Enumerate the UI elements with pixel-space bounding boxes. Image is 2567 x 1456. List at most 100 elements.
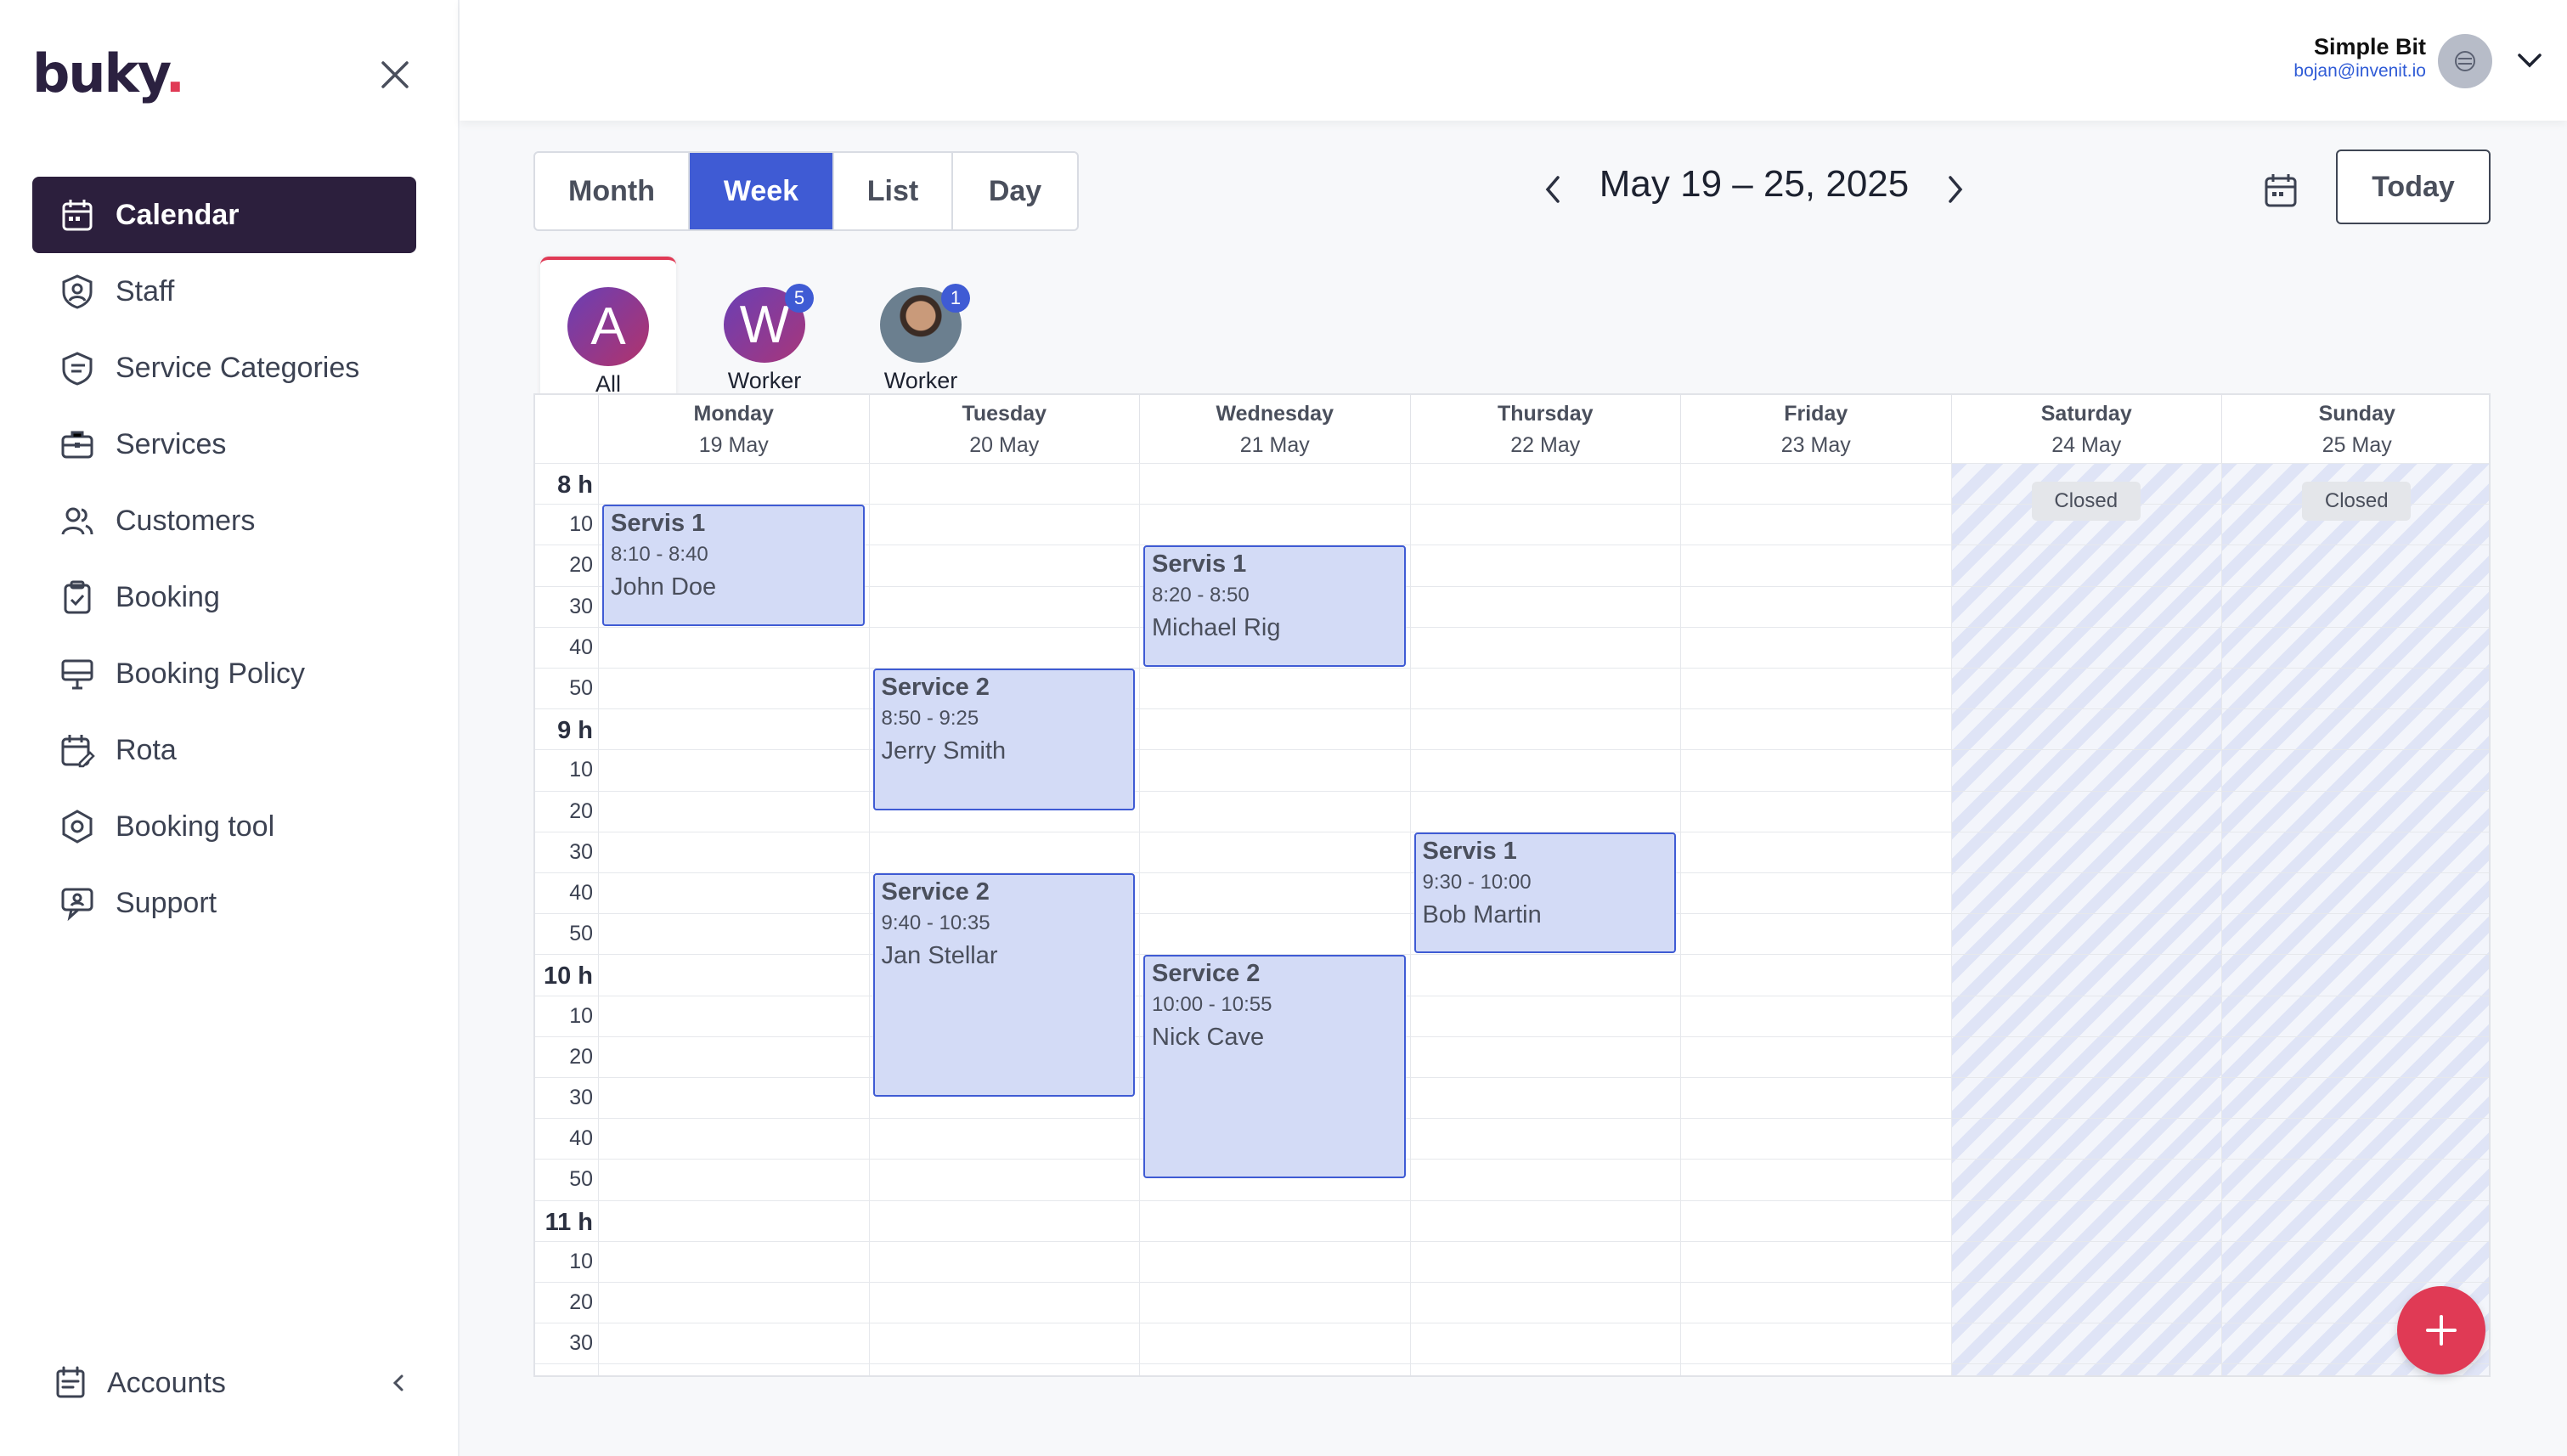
calendar-event[interactable]: Service 2 9:40 - 10:35 Jan Stellar <box>872 873 1135 1098</box>
grid-column-line <box>598 463 599 1375</box>
time-label: 40 <box>535 1372 593 1375</box>
closed-day-column <box>2221 463 2489 1375</box>
calendar-event[interactable]: Service 2 8:50 - 9:25 Jerry Smith <box>872 669 1135 810</box>
day-header-sunday: Sunday 25 May <box>2221 395 2489 463</box>
day-date: 21 May <box>1239 433 1310 457</box>
brand-logo[interactable]: buky. <box>32 42 185 104</box>
grid-column-line <box>1409 463 1411 1375</box>
sidebar-item-customers[interactable]: Customers <box>32 483 416 559</box>
calendar-picker-icon[interactable] <box>2263 172 2299 209</box>
calendar-event[interactable]: Servis 1 8:20 - 8:50 Michael Rig <box>1143 545 1406 667</box>
sidebar-item-accounts[interactable]: Accounts <box>53 1359 409 1407</box>
user-email: bojan@invenit.io <box>2293 61 2426 81</box>
collapse-chevron-icon[interactable] <box>387 1372 409 1394</box>
day-name: Tuesday <box>962 402 1047 426</box>
sidebar-item-support[interactable]: Support <box>32 865 416 941</box>
avatar-initial: W <box>739 296 790 354</box>
day-date: 25 May <box>2322 433 2392 457</box>
avatar: W5 <box>724 284 814 363</box>
week-calendar: Monday 19 May Tuesday 20 May Wednesday 21 May… <box>533 393 2491 1377</box>
resource-tab-worker-1[interactable]: W 5 Worker <box>697 257 832 394</box>
briefcase-icon <box>59 426 95 462</box>
time-label: 30 <box>569 1086 593 1109</box>
categories-icon <box>59 350 95 386</box>
resource-label: Worker <box>883 368 958 393</box>
today-button[interactable]: Today <box>2336 150 2491 224</box>
sidebar-item-label: Booking <box>116 580 220 613</box>
user-name: Simple Bit <box>2313 34 2426 59</box>
sidebar-item-label: Booking tool <box>116 810 275 843</box>
sidebar-item-services[interactable]: Services <box>32 406 416 483</box>
event-time: 9:30 - 10:00 <box>1422 870 1532 894</box>
time-label: 10 <box>569 1003 593 1028</box>
chevron-down-icon[interactable] <box>2516 49 2543 71</box>
avatar: A <box>567 287 649 366</box>
grid-row-line <box>535 1282 2489 1283</box>
accounts-label: Accounts <box>107 1366 226 1399</box>
count-badge: 5 <box>785 284 814 313</box>
resource-tab-worker-2[interactable]: 1 Worker <box>853 257 989 394</box>
day-date: 23 May <box>1780 433 1851 457</box>
day-header-wednesday: Wednesday 21 May <box>1139 395 1410 463</box>
sidebar-item-label: Service Categories <box>116 351 360 384</box>
event-title: Servis 1 <box>1422 837 1517 865</box>
calendar-event[interactable]: Servis 1 9:30 - 10:00 Bob Martin <box>1413 832 1676 954</box>
sidebar-item-label: Services <box>116 427 227 460</box>
event-time: 8:20 - 8:50 <box>1152 584 1250 607</box>
previous-week-button[interactable] <box>1537 172 1568 206</box>
day-header-friday: Friday 23 May <box>1680 395 1951 463</box>
event-name: Michael Rig <box>1152 614 1281 642</box>
view-week-button[interactable]: Week <box>690 153 834 229</box>
support-icon <box>59 885 95 921</box>
grid-row-line <box>535 1199 2489 1201</box>
calendar-event[interactable]: Service 2 10:00 - 10:55 Nick Cave <box>1143 955 1406 1179</box>
resource-label: Worker <box>727 368 802 393</box>
event-time: 8:10 - 8:40 <box>611 543 708 567</box>
staff-icon <box>59 274 95 309</box>
day-name: Monday <box>693 402 774 426</box>
sidebar-item-booking-tool[interactable]: Booking tool <box>32 788 416 865</box>
sidebar-item-calendar[interactable]: Calendar <box>32 177 416 253</box>
time-label: 11 h <box>544 1208 593 1236</box>
day-name: Saturday <box>2040 402 2132 426</box>
time-label: 20 <box>569 1290 593 1314</box>
day-name: Thursday <box>1497 402 1594 426</box>
event-time: 8:50 - 9:25 <box>881 707 979 730</box>
event-title: Service 2 <box>881 878 990 906</box>
add-booking-button[interactable] <box>2397 1286 2485 1374</box>
grid-row-line <box>535 1036 2489 1037</box>
avatar[interactable] <box>2438 34 2492 88</box>
grid-row-line <box>535 1363 2489 1365</box>
view-list-button[interactable]: List <box>834 153 953 229</box>
day-header-thursday: Thursday 22 May <box>1409 395 1681 463</box>
sidebar-item-staff[interactable]: Staff <box>32 253 416 330</box>
day-header-monday: Monday 19 May <box>598 395 869 463</box>
time-label: 40 <box>569 1126 593 1151</box>
sidebar-item-service-categories[interactable]: Service Categories <box>32 330 416 406</box>
event-title: Servis 1 <box>1152 550 1247 578</box>
grid-row-line <box>535 954 2489 956</box>
view-month-button[interactable]: Month <box>535 153 690 229</box>
next-week-button[interactable] <box>1940 172 1971 206</box>
time-label: 10 <box>569 1249 593 1273</box>
calendar-event[interactable]: Servis 1 8:10 - 8:40 John Doe <box>602 505 865 626</box>
resource-tab-all[interactable]: A All <box>540 257 676 398</box>
avatar-initial: A <box>590 297 626 356</box>
grid-column-line <box>1950 463 1952 1375</box>
time-label: 40 <box>569 881 593 905</box>
event-name: John Doe <box>611 573 717 601</box>
sidebar-item-rota[interactable]: Rota <box>32 712 416 788</box>
calendar-icon <box>59 197 95 233</box>
sidebar-item-booking[interactable]: Booking <box>32 559 416 635</box>
time-label: 20 <box>569 1044 593 1069</box>
grid-row-line <box>535 626 2489 628</box>
avatar-placeholder-icon <box>2455 51 2475 71</box>
day-name: Wednesday <box>1216 402 1334 426</box>
view-day-button[interactable]: Day <box>953 153 1077 229</box>
sidebar-item-booking-policy[interactable]: Booking Policy <box>32 635 416 712</box>
sidebar-item-label: Customers <box>116 504 256 537</box>
close-icon[interactable] <box>378 58 412 92</box>
date-range-title: May 19 – 25, 2025 <box>1599 163 1910 205</box>
event-name: Jerry Smith <box>881 737 1007 765</box>
sidebar-item-label: Calendar <box>116 198 240 231</box>
